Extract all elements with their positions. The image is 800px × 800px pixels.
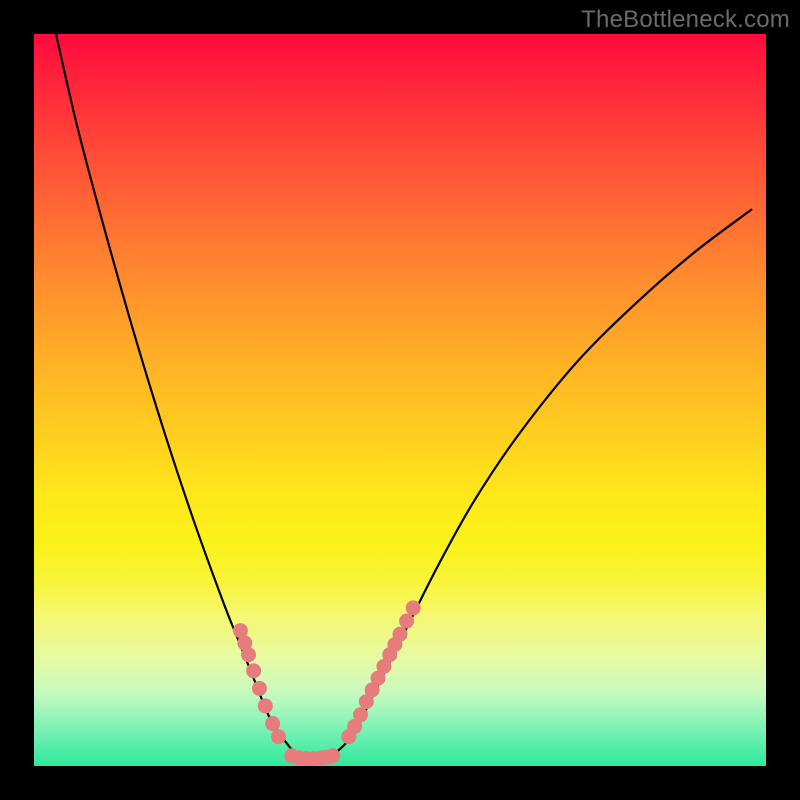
highlight-dot [265, 716, 280, 731]
highlight-dots-right [341, 600, 420, 744]
highlight-dot [258, 698, 273, 713]
plot-area [34, 34, 766, 766]
highlight-dot [399, 614, 414, 629]
bottleneck-curve [56, 34, 751, 759]
highlight-dot [393, 627, 408, 642]
highlight-dot [353, 707, 368, 722]
highlight-dot [252, 681, 267, 696]
chart-svg [34, 34, 766, 766]
watermark-text: TheBottleneck.com [581, 6, 790, 34]
highlight-dot [241, 647, 256, 662]
highlight-dot [325, 748, 340, 763]
outer-black-frame: TheBottleneck.com [0, 0, 800, 800]
highlight-dot [406, 600, 421, 615]
highlight-dots-left [233, 623, 286, 744]
highlight-dot [246, 663, 261, 678]
highlight-dot [271, 729, 286, 744]
curve-layer [56, 34, 751, 759]
highlight-dots-bottom [284, 748, 340, 766]
